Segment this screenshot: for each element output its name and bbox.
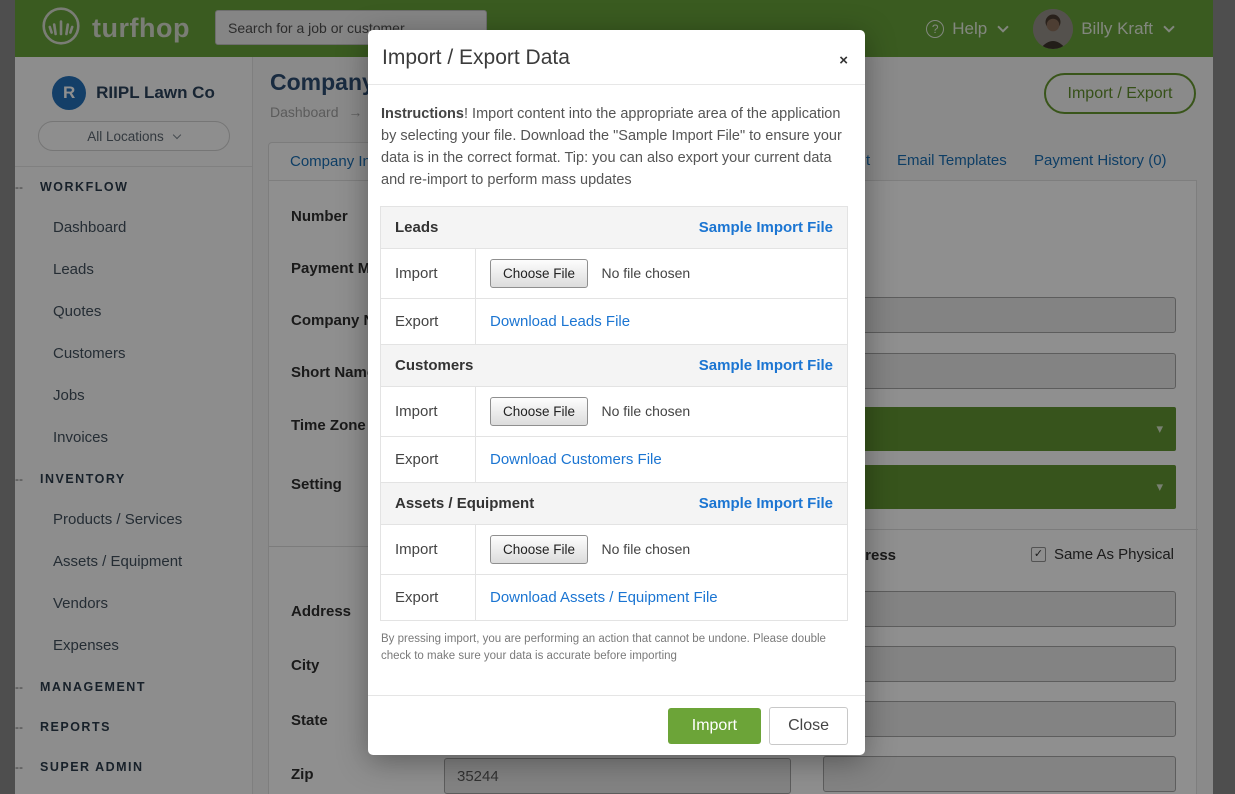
- import-export-modal: Import / Export Data × Instructions! Imp…: [368, 30, 865, 755]
- choose-file-button[interactable]: Choose File: [490, 397, 588, 426]
- modal-close-button[interactable]: Close: [769, 707, 848, 745]
- import-table-customers: Customers Sample Import File Import Choo…: [380, 344, 848, 483]
- import-table-leads: Leads Sample Import File Import Choose F…: [380, 206, 848, 345]
- sample-import-file-link[interactable]: Sample Import File: [699, 357, 833, 374]
- section-name: Customers: [395, 357, 473, 374]
- import-row-label: Import: [381, 525, 476, 575]
- import-warning-text: By pressing import, you are performing a…: [381, 631, 848, 664]
- modal-import-button[interactable]: Import: [668, 708, 761, 744]
- choose-file-button[interactable]: Choose File: [490, 259, 588, 288]
- modal-title: Import / Export Data: [382, 46, 849, 70]
- export-row-label: Export: [381, 575, 476, 621]
- export-row-label: Export: [381, 299, 476, 345]
- no-file-chosen-text: No file chosen: [602, 541, 691, 557]
- no-file-chosen-text: No file chosen: [602, 403, 691, 419]
- sample-import-file-link[interactable]: Sample Import File: [699, 219, 833, 236]
- import-row-label: Import: [381, 387, 476, 437]
- screen: turfhop ? Help: [0, 0, 1235, 794]
- section-name: Assets / Equipment: [395, 495, 534, 512]
- choose-file-button[interactable]: Choose File: [490, 535, 588, 564]
- section-name: Leads: [395, 219, 438, 236]
- modal-body: Instructions! Import content into the ap…: [368, 85, 865, 664]
- instructions-lead: Instructions: [381, 106, 464, 122]
- download-leads-link[interactable]: Download Leads File: [490, 309, 630, 334]
- import-row-label: Import: [381, 249, 476, 299]
- export-row-label: Export: [381, 437, 476, 483]
- no-file-chosen-text: No file chosen: [602, 265, 691, 281]
- sample-import-file-link[interactable]: Sample Import File: [699, 495, 833, 512]
- modal-header: Import / Export Data ×: [368, 30, 865, 85]
- download-customers-link[interactable]: Download Customers File: [490, 447, 662, 472]
- modal-footer: Import Close: [368, 695, 865, 755]
- close-icon[interactable]: ×: [839, 53, 848, 68]
- import-table-assets: Assets / Equipment Sample Import File Im…: [380, 482, 848, 621]
- download-assets-link[interactable]: Download Assets / Equipment File: [490, 585, 718, 610]
- modal-instructions: Instructions! Import content into the ap…: [381, 103, 848, 191]
